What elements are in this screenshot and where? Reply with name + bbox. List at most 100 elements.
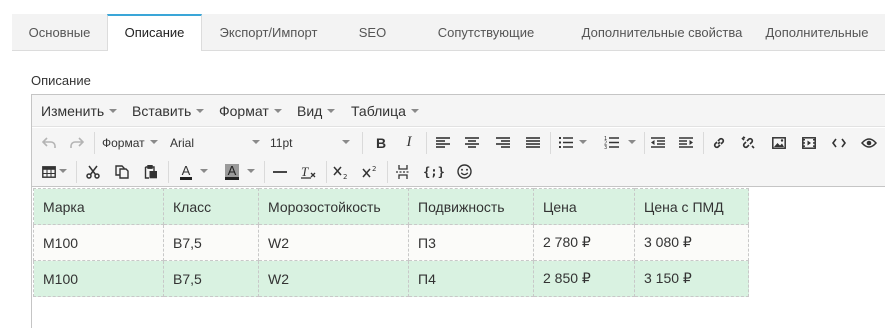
bullet-list-icon[interactable]: [556, 128, 590, 157]
align-left-icon[interactable]: [432, 128, 454, 157]
table-cell[interactable]: В7,5: [163, 260, 259, 297]
tab-export-import[interactable]: Экспорт/Импорт: [202, 14, 335, 51]
indent-icon[interactable]: [675, 128, 697, 157]
chevron-down-icon: [342, 139, 351, 144]
emoticons-icon[interactable]: [453, 157, 475, 186]
chevron-down-icon: [200, 168, 209, 173]
chevron-down-icon: [273, 109, 282, 114]
menu-table[interactable]: Таблица: [351, 95, 419, 127]
editor-toolbar-row-2: A A T 2 2 {;}: [32, 157, 885, 187]
undo-icon[interactable]: [38, 128, 60, 157]
menu-insert-label: Вставить: [132, 103, 192, 119]
editor-toolbar-row-1: Формат Arial 11pt B I 123: [32, 128, 885, 157]
table-cell[interactable]: Марка: [33, 188, 164, 225]
font-family-select[interactable]: Arial: [170, 128, 265, 157]
table-cell[interactable]: Цена с ПМД: [634, 188, 749, 225]
chevron-down-icon: [327, 109, 336, 114]
background-color-icon: A: [224, 163, 240, 180]
table-cell[interactable]: Класс: [163, 188, 259, 225]
svg-text:T: T: [301, 165, 309, 179]
link-icon[interactable]: [708, 128, 730, 157]
table-cell[interactable]: 3 080 ₽: [634, 224, 749, 261]
code-sample-button[interactable]: {;}: [421, 157, 447, 186]
tab-extra-properties[interactable]: Дополнительные свойства: [562, 14, 762, 51]
text-color-button[interactable]: A: [174, 157, 214, 186]
table-cell[interactable]: 2 780 ₽: [533, 224, 635, 261]
superscript-icon[interactable]: 2: [359, 157, 381, 186]
numbered-list-icon[interactable]: 123: [602, 128, 638, 157]
tab-related[interactable]: Сопутствующие: [410, 14, 562, 51]
subscript-icon[interactable]: 2: [330, 157, 352, 186]
source-code-icon[interactable]: [828, 128, 850, 157]
align-center-icon[interactable]: [461, 128, 483, 157]
tab-main[interactable]: Основные: [12, 14, 107, 51]
media-icon[interactable]: [798, 128, 820, 157]
menu-table-label: Таблица: [351, 103, 406, 119]
menu-view-label: Вид: [297, 103, 323, 119]
table-cell[interactable]: П3: [408, 224, 534, 261]
rich-text-editor: Изменить Вставить Формат Вид Таблица Фор…: [31, 94, 885, 328]
table-cell[interactable]: W2: [258, 224, 409, 261]
field-label: Описание: [31, 73, 91, 88]
text-color-icon: A: [179, 162, 193, 180]
table-cell[interactable]: В7,5: [163, 224, 259, 261]
editor-content-area[interactable]: Марка Класс Морозостойкость Подвижность …: [32, 188, 885, 328]
chevron-down-icon: [410, 109, 419, 114]
font-size-select[interactable]: 11pt: [270, 128, 360, 157]
horizontal-rule-icon[interactable]: [269, 157, 291, 186]
redo-icon[interactable]: [66, 128, 88, 157]
menu-insert[interactable]: Вставить: [132, 95, 205, 127]
menu-edit-label: Изменить: [41, 103, 105, 119]
chevron-down-icon: [579, 139, 587, 144]
table-cell[interactable]: 3 150 ₽: [634, 260, 749, 297]
table-row: М100 В7,5 W2 П4 2 850 ₽ 3 150 ₽: [33, 260, 749, 297]
table-cell[interactable]: М100: [33, 260, 164, 297]
table-cell[interactable]: Морозостойкость: [258, 188, 409, 225]
menu-view[interactable]: Вид: [297, 95, 336, 127]
font-size-value: 11pt: [270, 135, 293, 150]
image-icon[interactable]: [768, 128, 790, 157]
chevron-down-icon: [109, 109, 118, 114]
table-cell[interactable]: 2 850 ₽: [533, 260, 635, 297]
svg-text:2: 2: [372, 165, 376, 173]
editor-menubar: Изменить Вставить Формат Вид Таблица: [32, 95, 885, 127]
italic-button[interactable]: I: [398, 128, 420, 157]
tab-description[interactable]: Описание: [107, 14, 202, 52]
clear-formatting-icon[interactable]: T: [298, 157, 320, 186]
preview-icon[interactable]: [858, 128, 880, 157]
paste-icon[interactable]: [140, 157, 162, 186]
align-justify-icon[interactable]: [522, 128, 544, 157]
svg-text:3: 3: [604, 145, 607, 149]
tab-seo[interactable]: SEO: [335, 14, 410, 51]
table-row: М100 В7,5 W2 П3 2 780 ₽ 3 080 ₽: [33, 224, 749, 261]
copy-icon[interactable]: [111, 157, 133, 186]
tab-additional[interactable]: Дополнительные: [762, 14, 872, 51]
table-cell[interactable]: Цена: [533, 188, 635, 225]
chevron-down-icon: [149, 139, 158, 144]
chevron-down-icon: [196, 109, 205, 114]
table-cell[interactable]: М100: [33, 224, 164, 261]
svg-text:2: 2: [343, 173, 347, 179]
menu-format[interactable]: Формат: [219, 95, 282, 127]
format-select[interactable]: Формат: [102, 128, 162, 157]
bold-button[interactable]: B: [370, 128, 392, 157]
price-table: Марка Класс Морозостойкость Подвижность …: [33, 188, 749, 297]
menu-format-label: Формат: [219, 103, 269, 119]
chevron-down-icon: [58, 168, 67, 173]
table-icon[interactable]: [38, 157, 70, 186]
page-break-icon[interactable]: [392, 157, 414, 186]
unlink-icon[interactable]: [737, 128, 759, 157]
table-cell[interactable]: Подвижность: [408, 188, 534, 225]
format-select-value: Формат: [102, 135, 145, 150]
cut-icon[interactable]: [82, 157, 104, 186]
background-color-button[interactable]: A: [220, 157, 260, 186]
tab-bar: Основные Описание Экспорт/Импорт SEO Соп…: [12, 14, 885, 52]
outdent-icon[interactable]: [647, 128, 669, 157]
table-cell[interactable]: W2: [258, 260, 409, 297]
font-family-value: Arial: [170, 135, 195, 150]
align-right-icon[interactable]: [492, 128, 514, 157]
chevron-down-icon: [247, 168, 256, 173]
menu-edit[interactable]: Изменить: [41, 95, 118, 127]
table-cell[interactable]: П4: [408, 260, 534, 297]
table-header-row: Марка Класс Морозостойкость Подвижность …: [33, 188, 749, 225]
